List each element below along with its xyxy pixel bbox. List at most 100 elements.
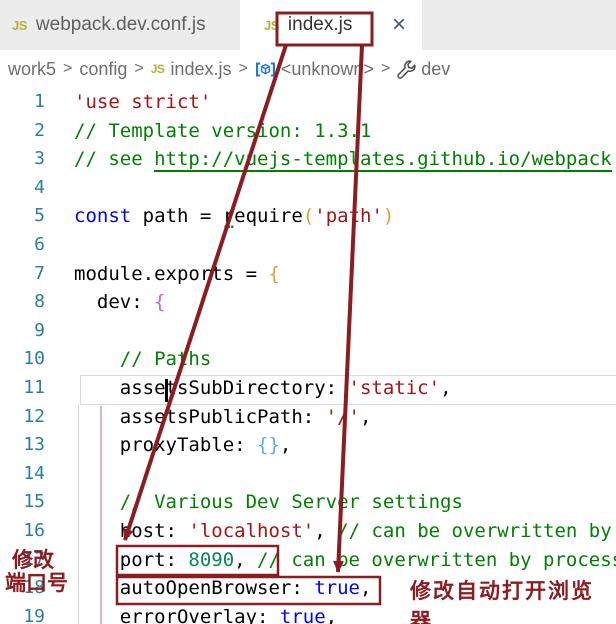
tab-bar: JS webpack.dev.conf.js JS index.js × xyxy=(0,0,616,50)
line-number[interactable]: 8 xyxy=(0,288,45,317)
code-line[interactable]: 16 host: 'localhost', // can be overwrit… xyxy=(0,517,616,546)
line-number[interactable]: 9 xyxy=(0,317,45,346)
code-token: dev: xyxy=(74,291,155,314)
line-number[interactable]: 6 xyxy=(0,231,45,260)
code-line[interactable]: 14 xyxy=(0,460,616,489)
code-text: errorOverlay: true, xyxy=(45,603,337,624)
js-file-icon: JS xyxy=(264,17,279,33)
code-line[interactable]: 15 // Various Dev Server settings xyxy=(0,488,616,517)
code-token: 'static' xyxy=(348,376,441,399)
chevron-separator: > xyxy=(134,60,144,77)
vscode-window: JS webpack.dev.conf.js JS index.js × wor… xyxy=(0,0,616,624)
code-token: assetsPublicPath: xyxy=(74,405,326,428)
code-token: 'path' xyxy=(314,205,383,228)
code-token: // Paths xyxy=(74,348,212,371)
code-line[interactable]: 6 xyxy=(0,231,616,260)
code-token: 8090 xyxy=(188,548,235,571)
code-editor[interactable]: 1 'use strict' 2 // Template version: 1.3.1… xyxy=(0,88,616,624)
code-text: assetsSubDirectory: 'static', xyxy=(45,374,452,403)
code-text: module.exports = { xyxy=(45,260,280,289)
code-token: true xyxy=(314,577,360,600)
js-file-icon: JS xyxy=(12,17,27,33)
code-text: port: 8090, // can be overwritten by pro… xyxy=(45,546,616,575)
line-number[interactable]: 3 xyxy=(0,145,45,174)
code-token: {} xyxy=(257,434,280,457)
chevron-separator: > xyxy=(380,60,391,77)
namespace-icon xyxy=(255,60,276,79)
code-token: 'localhost' xyxy=(188,519,315,542)
wrench-icon xyxy=(397,59,416,79)
code-line[interactable]: 4 xyxy=(0,174,616,203)
code-text: 'use strict' xyxy=(45,88,211,117)
code-line[interactable]: 9 xyxy=(0,317,616,346)
code-line[interactable]: 7 module.exports = { xyxy=(0,260,616,289)
line-number[interactable]: 19 xyxy=(0,603,45,624)
code-token: true xyxy=(279,605,326,624)
breadcrumb-item-indexjs[interactable]: JS index.js xyxy=(151,59,232,80)
code-line[interactable]: 10 // Paths xyxy=(0,345,616,374)
code-text xyxy=(45,460,74,489)
line-number[interactable]: 11 xyxy=(0,374,45,403)
breadcrumb-item-config[interactable]: config xyxy=(79,59,127,80)
code-text: autoOpenBrowser: true, xyxy=(45,574,372,603)
tab-label: index.js xyxy=(287,14,353,35)
code-token: autoOpenBrowser: xyxy=(74,577,315,600)
code-token: , xyxy=(279,434,292,457)
code-token: // Various Dev Server settings xyxy=(74,491,463,514)
line-number[interactable]: 12 xyxy=(0,403,45,432)
breadcrumb: work5 > config > JS index.js > <unknown>… xyxy=(0,50,616,88)
line-number[interactable]: 2 xyxy=(0,117,45,146)
code-text: proxyTable: {}, xyxy=(45,431,292,460)
comment-link[interactable]: http://vuejs-templates.github.io/webpack xyxy=(154,148,612,173)
code-text: // Template version: 1.3.1 xyxy=(45,117,371,146)
code-line[interactable]: 11 assetsSubDirectory: 'static', xyxy=(0,374,616,403)
code-token: , xyxy=(360,405,372,428)
breadcrumb-item-work5[interactable]: work5 xyxy=(8,59,56,80)
code-token: host: xyxy=(74,519,189,542)
code-text: dev: { xyxy=(45,288,166,317)
line-number[interactable]: 7 xyxy=(0,260,45,289)
close-icon[interactable]: × xyxy=(392,13,406,37)
code-line[interactable]: 12 assetsPublicPath: '/', xyxy=(0,403,616,432)
code-text: assetsPublicPath: '/', xyxy=(45,403,372,432)
tab-label: webpack.dev.conf.js xyxy=(35,14,206,35)
breadcrumb-item-dev[interactable]: dev xyxy=(397,59,450,80)
code-token: errorOverlay: xyxy=(74,605,280,624)
code-token: // can be overwritten by process.env.HOS… xyxy=(337,519,612,542)
js-file-icon: JS xyxy=(150,62,165,76)
code-line[interactable]: 2 // Template version: 1.3.1 xyxy=(0,117,616,146)
tab-webpack-dev-conf[interactable]: JS webpack.dev.conf.js xyxy=(0,0,240,50)
line-number[interactable]: 15 xyxy=(0,488,45,517)
code-token: { xyxy=(268,262,280,285)
code-line[interactable]: 1 'use strict' xyxy=(0,88,616,117)
code-token: module.exports = xyxy=(74,262,269,285)
code-lines: 1 'use strict' 2 // Template version: 1.3.1… xyxy=(0,88,616,624)
chevron-separator: > xyxy=(238,60,248,77)
tab-index-js[interactable]: JS index.js × xyxy=(240,0,422,50)
line-number[interactable]: 5 xyxy=(0,202,45,231)
code-token: const xyxy=(74,205,132,228)
line-number[interactable]: 4 xyxy=(0,174,45,203)
line-number[interactable]: 14 xyxy=(0,460,45,489)
code-text xyxy=(45,174,74,203)
code-token: // see xyxy=(74,148,155,171)
code-line[interactable]: 5const path = require('path') xyxy=(0,202,616,237)
code-token: , xyxy=(440,376,452,399)
code-token: require xyxy=(223,202,303,237)
line-number[interactable]: 10 xyxy=(0,345,45,374)
code-token: , xyxy=(314,519,338,542)
code-line[interactable]: 3 // see http://vuejs-templates.github.io… xyxy=(0,145,616,174)
line-number[interactable]: 16 xyxy=(0,517,45,546)
code-text: host: 'localhost', // can be overwritten… xyxy=(45,517,616,546)
code-line[interactable]: 13 proxyTable: {}, xyxy=(0,431,616,460)
breadcrumb-item-unknown[interactable]: <unknown> xyxy=(255,59,374,80)
code-line[interactable]: 8 dev: { xyxy=(0,288,616,317)
code-token: assetsSubDirectory: xyxy=(74,376,349,399)
line-number[interactable]: 1 xyxy=(0,88,45,117)
line-number[interactable]: 13 xyxy=(0,431,45,460)
code-line[interactable]: 17 port: 8090, // can be overwritten by … xyxy=(0,546,616,575)
text-cursor xyxy=(165,379,168,402)
code-text xyxy=(45,317,74,346)
code-token: proxyTable: xyxy=(74,434,258,457)
code-text: // Various Dev Server settings xyxy=(45,488,463,517)
